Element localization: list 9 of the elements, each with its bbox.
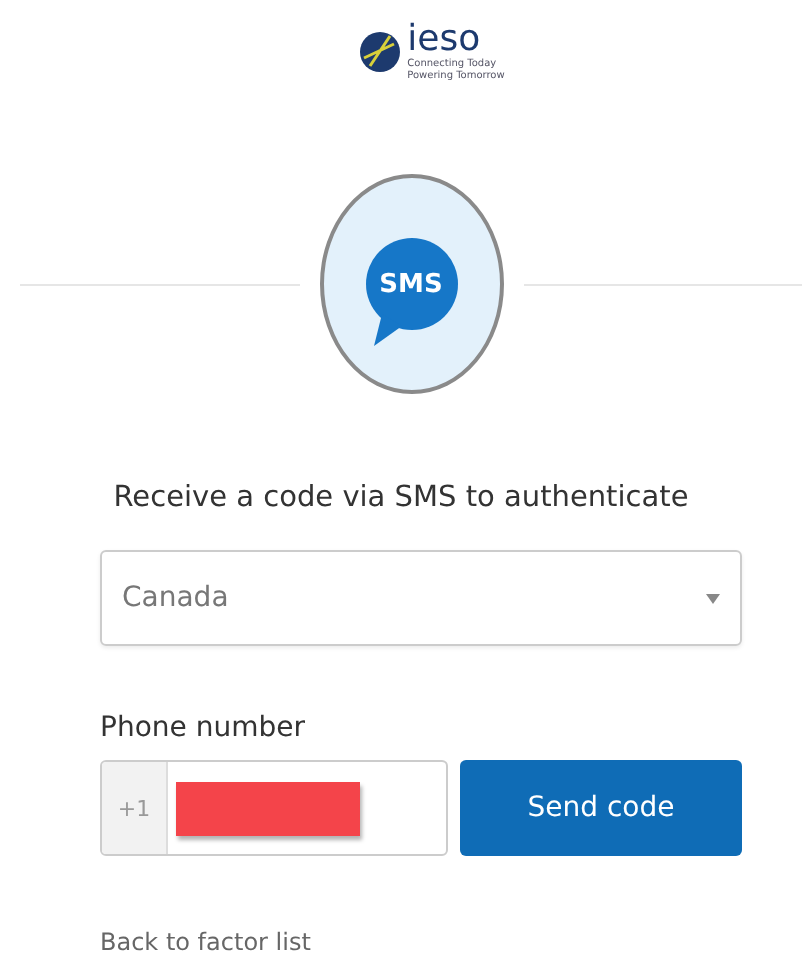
country-code: +1 [102,762,168,854]
country-select[interactable]: Canada [100,550,742,646]
caret-icon [706,593,720,603]
logo-name: ieso [407,21,481,57]
heading: Receive a code via SMS to authenticate [111,482,691,514]
field-label: Phone number [100,712,307,744]
globe-logo-icon [357,29,402,73]
back-link[interactable]: Back to factor list [100,928,742,956]
send-code-button[interactable]: Send code [460,760,742,856]
